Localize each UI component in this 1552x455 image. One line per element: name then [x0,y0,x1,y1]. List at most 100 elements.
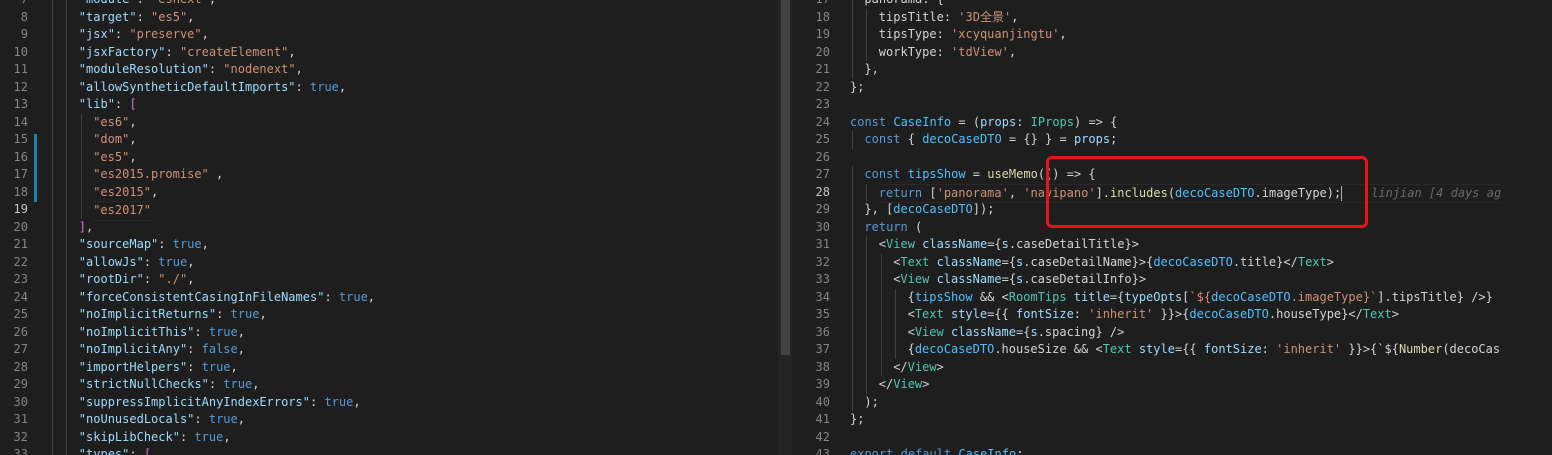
code-text[interactable]: export default CaseInfo; [850,446,1023,455]
code-text[interactable]: }, [864,61,878,79]
code-text[interactable]: <View className={s.caseDetailInfo}> [893,271,1146,289]
code-text[interactable]: "noImplicitReturns": true, [79,306,267,324]
indent-guide [66,323,68,341]
code-text[interactable]: "strictNullChecks": true, [79,376,260,394]
git-blame-annotation: linjian [4 days ag [1342,185,1502,200]
indent-guide [852,358,853,376]
code-text[interactable]: "allowJs": true, [79,254,195,272]
code-text[interactable]: "sourceMap": true, [79,236,209,254]
code-text[interactable]: "types": [ [79,446,151,455]
indent-guide [52,428,53,446]
code-text[interactable]: "module": "esnext", [79,0,216,9]
indent-guide [52,358,53,376]
indent-guide [52,26,53,44]
code-text[interactable]: const { decoCaseDTO = {} } = props; [864,131,1117,149]
code-text[interactable]: {decoCaseDTO.houseSize && <Text style={{… [908,341,1501,359]
line-number: 40 [815,394,830,409]
indent-guide [880,253,882,271]
indent-guide [66,236,68,254]
line-number: 15 [13,132,28,146]
code-text[interactable]: "es2015", [93,184,158,202]
indent-guide [866,341,868,359]
code-text[interactable]: panorama: { [864,0,943,9]
code-text[interactable]: "allowSyntheticDefaultImports": true, [79,79,346,97]
line-number: 16 [13,149,28,164]
indent-guide [852,253,853,271]
line-number: 27 [13,342,28,356]
indent-guide [895,288,897,306]
indent-guide [895,341,897,359]
indent-guide [66,218,68,236]
indent-guide [852,393,853,411]
line-number: 25 [13,307,28,321]
code-text[interactable]: }; [850,411,864,429]
code-text[interactable]: }, [decoCaseDTO]); [864,201,994,219]
code-text[interactable]: "jsxFactory": "createElement", [79,44,296,62]
line-number: 14 [13,114,28,129]
code-text[interactable]: <Text className={s.caseDetailName}>{deco… [893,254,1334,272]
indent-guide [52,323,53,341]
code-text[interactable]: "es5", [93,149,136,167]
indent-guide [52,113,53,131]
code-text[interactable]: "es2017" [93,201,151,221]
indent-guide [852,8,853,26]
indent-guide [866,26,868,44]
code-text[interactable]: "noImplicitAny": false, [79,341,245,359]
indent-guide [880,288,882,306]
left-editor-pane[interactable]: 7 "module": "esnext", 8 "target": "es5", 9 "j… [0,0,778,455]
indent-guide [852,166,853,184]
indent-guide [52,8,53,26]
code-text[interactable]: "noUnusedLocals": true, [79,411,245,429]
indent-guide [52,288,53,306]
code-text[interactable]: </View> [879,376,930,394]
right-editor-pane[interactable]: 17 panorama: {18 tipsTitle: '3D全景', 19 tipsT… [792,0,1552,455]
code-text[interactable]: }; [850,79,864,97]
indent-guide [52,271,53,289]
line-number: 23 [815,97,830,111]
line-number: 21 [13,237,28,251]
code-text[interactable]: "forceConsistentCasingInFileNames": true… [79,289,375,307]
code-text[interactable]: tipsType: 'xcyquanjingtu', [879,26,1067,44]
indent-guide [852,323,853,341]
line-number: 26 [815,149,830,164]
code-text[interactable]: "moduleResolution": "nodenext", [79,61,303,79]
code-text[interactable]: "es6", [93,114,136,132]
line-number: 32 [13,429,28,444]
line-number: 43 [815,447,830,455]
code-text[interactable]: <View className={s.caseDetailTitle}> [879,236,1139,254]
code-text[interactable]: <View className={s.spacing} /> [908,324,1125,342]
code-text[interactable]: {tipsShow && <RoomTips title={typeOpts[`… [908,289,1493,307]
indent-guide [52,0,53,9]
left-scrollbar-thumb[interactable] [781,0,790,355]
line-number: 9 [20,27,28,41]
code-text[interactable]: "lib": [ [79,96,137,114]
line-number: 33 [815,272,830,286]
code-text[interactable]: "suppressImplicitAnyIndexErrors": true, [79,394,361,412]
code-text[interactable]: const tipsShow = useMemo(() => { [864,166,1095,184]
indent-guide [66,428,68,446]
code-text[interactable]: "dom", [93,131,136,149]
code-text[interactable]: </View> [893,359,944,377]
indent-guide [52,341,53,359]
indent-guide [895,323,897,341]
code-text[interactable]: "importHelpers": true, [79,359,238,377]
indent-guide [866,8,868,26]
line-number: 19 [815,27,830,41]
code-text[interactable]: "es2015.promise" , [93,166,223,184]
line-number: 20 [13,219,28,234]
indent-guide [52,253,53,271]
indent-guide [852,341,853,359]
code-text[interactable]: const CaseInfo = (props: IProps) => { [850,114,1117,132]
code-text[interactable]: return ( [864,219,922,237]
code-text[interactable]: "target": "es5", [79,9,195,27]
indent-guide [52,96,53,114]
code-text[interactable]: "jsx": "preserve", [79,26,209,44]
code-text[interactable]: "skipLibCheck": true, [79,429,231,447]
code-text[interactable]: <Text style={{ fontSize: 'inherit' }}>{d… [908,306,1399,324]
code-text[interactable]: "rootDir": "./", [79,271,195,289]
code-text[interactable]: tipsTitle: '3D全景', [879,9,1019,27]
code-text[interactable]: "noImplicitThis": true, [79,324,245,342]
code-text[interactable]: ); [864,394,878,412]
code-text[interactable]: ], [79,219,93,237]
code-text[interactable]: workType: 'tdView', [879,44,1016,62]
